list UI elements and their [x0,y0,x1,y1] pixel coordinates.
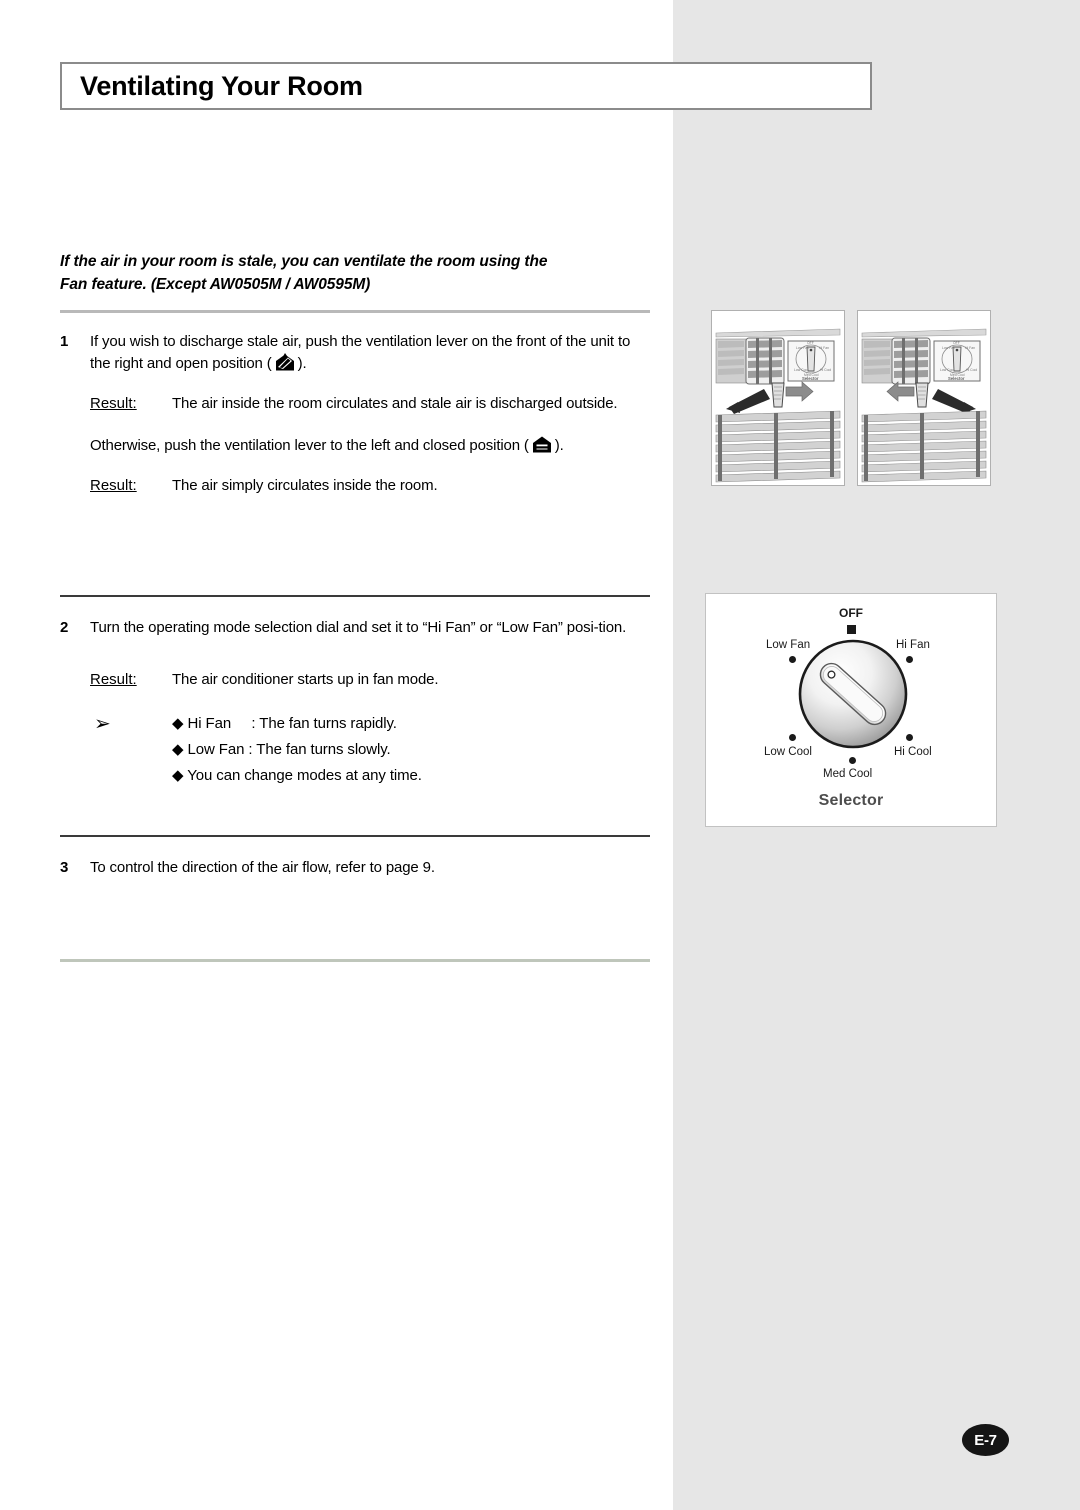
svg-text:Low Cool: Low Cool [940,368,954,372]
dial-label-med-cool: Med Cool [823,768,873,780]
svg-text:OFF: OFF [953,341,960,345]
divider-bottom [60,959,650,962]
step-2: 2 Turn the operating mode selection dial… [60,617,650,789]
svg-text:Low Fan: Low Fan [796,346,809,350]
vent-open-icon [274,353,296,372]
page-number-badge: E-7 [962,1424,1009,1456]
note-item: ◆ Hi Fan : The fan turns rapidly. [172,715,397,732]
step-1-text: If you wish to discharge stale air, push… [90,331,650,375]
dial-label-off: OFF [839,606,863,620]
step-2-notes: ➢ ◆ Hi Fan : The fan turns rapidly. ◆ Lo… [90,711,650,789]
step-1-result-1: Result: The air inside the room circulat… [90,393,650,415]
intro-paragraph: If the air in your room is stale, you ca… [60,250,650,296]
page-title: Ventilating Your Room [80,70,363,101]
result-label: Result: [90,395,137,412]
illustration-group: Low Fan Hi Fan Low Cool Hi Cool Med Cool… [711,310,991,486]
step-3-number: 3 [60,859,69,876]
svg-text:OFF: OFF [807,341,814,345]
selector-caption: Selector [818,792,884,809]
svg-text:Low Cool: Low Cool [794,368,808,372]
note-item: ◆ Low Fan : The fan turns slowly. [172,741,391,758]
result-label-3: Result: [90,671,137,688]
intro-line-1: If the air in your room is stale, you ca… [60,253,548,270]
result-text: The air inside the room circulates and s… [172,395,618,412]
step-1-text-after-icon: ). [297,355,307,372]
dial-marker-med-cool [849,757,856,764]
dial-marker-off [847,625,856,634]
step-1-result-2: Result: The air simply circulates inside… [90,475,650,497]
ac-unit-lever-closed-illustration: Low Fan Hi Fan Low Cool Hi Cool Med Cool… [857,310,991,486]
svg-text:Hi Fan: Hi Fan [965,346,975,350]
page-title-box: Ventilating Your Room [60,62,872,110]
page-number: E-7 [974,1431,997,1449]
svg-text:Selector: Selector [948,376,965,381]
step-3: 3 To control the direction of the air fl… [60,857,650,879]
svg-text:Hi Cool: Hi Cool [966,368,977,372]
intro-line-2: Fan feature. (Except AW0505M / AW0595M) [60,276,371,293]
result-text-3: The air conditioner starts up in fan mod… [172,671,439,688]
step-2-number: 2 [60,619,69,636]
ac-unit-lever-open-illustration: Low Fan Hi Fan Low Cool Hi Cool Med Cool… [711,310,845,486]
step-1-number: 1 [60,333,69,350]
result-text-2: The air simply circulates inside the roo… [172,477,438,494]
manual-page: Ventilating Your Room If the air in your… [0,0,1080,1510]
svg-text:Selector: Selector [802,376,819,381]
step-2-text: Turn the operating mode selection dial a… [90,619,627,636]
step-1-alternate-paragraph: Otherwise, push the ventilation lever to… [90,435,650,457]
step-1: 1 If you wish to discharge stale air, pu… [60,331,650,497]
step-3-text: To control the direction of the air flow… [90,859,435,876]
step-2-result: Result: The air conditioner starts up in… [90,669,650,691]
selector-diagram-panel: OFF Low Fan Hi Fan Low Cool Hi Cool Med … [705,593,997,827]
main-content: If the air in your room is stale, you ca… [60,250,650,962]
svg-text:Hi Cool: Hi Cool [820,368,831,372]
svg-text:Low Fan: Low Fan [942,346,955,350]
dial-marker-low-cool [789,734,796,741]
dial-marker-low-fan [789,656,796,663]
vent-closed-icon [531,435,553,454]
step-1-text-before-icon: If you wish to discharge stale air, push… [90,333,631,372]
note-item: ◆ You can change modes at any time. [172,767,422,784]
alt-text-after-icon: ). [554,437,564,454]
note-arrow-icon: ➢ [94,713,111,735]
selector-knob[interactable] [797,638,909,750]
svg-text:Hi Fan: Hi Fan [819,346,829,350]
alt-text-before-icon: Otherwise, push the ventilation lever to… [90,437,529,454]
result-label-2: Result: [90,477,137,494]
